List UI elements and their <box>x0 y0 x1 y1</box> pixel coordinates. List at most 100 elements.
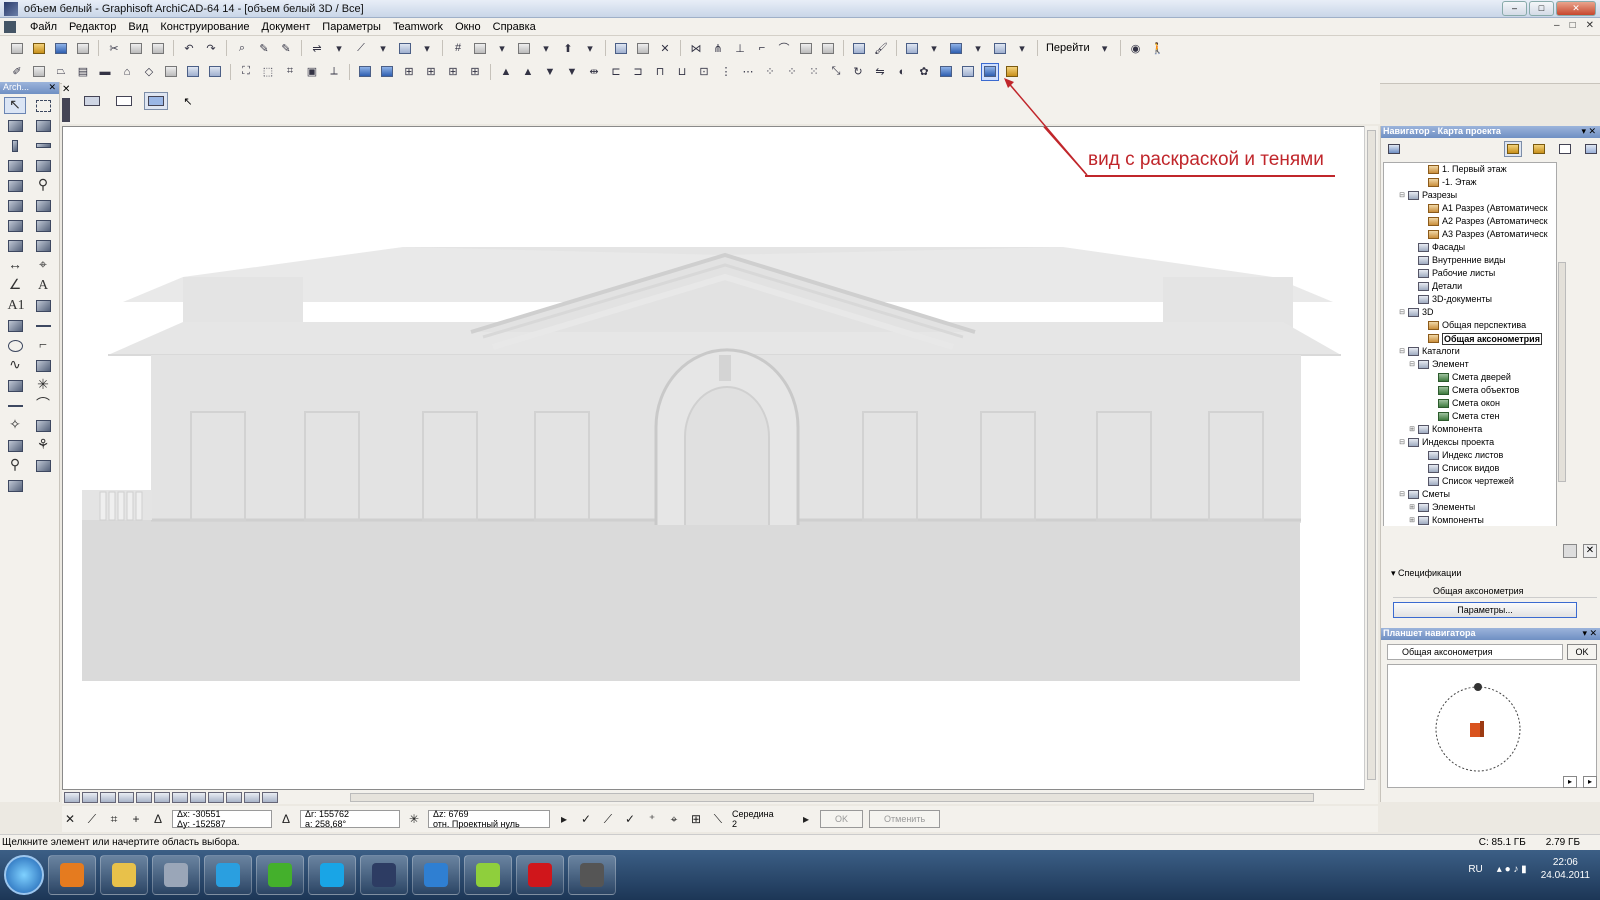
roof-tool[interactable] <box>4 217 26 234</box>
layout-book-tab-icon[interactable] <box>1556 141 1574 157</box>
fill-tool[interactable] <box>4 317 26 334</box>
project-map-tree[interactable]: 1. Первый этаж -1. Этаж ⊟ Разрезы A1 Разрез … <box>1383 162 1557 532</box>
grid-plan-icon[interactable]: ⊞ <box>401 64 417 80</box>
hotspot-tool[interactable]: ✳ <box>32 377 54 394</box>
dropdown-arrow-icon[interactable]: ▾ <box>926 40 942 56</box>
zoom-fit-icon[interactable] <box>64 791 80 803</box>
paste-icon[interactable] <box>150 40 166 56</box>
intersect-icon[interactable]: ⌐ <box>754 40 770 56</box>
dx-dy-readout[interactable]: Δx: -30551 Δy: -152587 <box>172 809 272 829</box>
circle-tool[interactable] <box>4 337 26 354</box>
tree-item[interactable]: Индекс листов <box>1384 449 1556 462</box>
solid-ops-icon[interactable] <box>798 40 814 56</box>
doc-close-button[interactable]: ✕ <box>1586 20 1594 31</box>
dropdown-arrow-icon[interactable]: ▾ <box>1014 40 1030 56</box>
grid-plan-2-icon[interactable]: ⊞ <box>423 64 439 80</box>
tray-icons[interactable]: ▴ ● ♪ ▮ <box>1497 864 1527 875</box>
wall-icon[interactable] <box>31 64 47 80</box>
snap-line-icon[interactable]: ⟍ <box>710 811 726 827</box>
special-snap-icon[interactable]: ⁺ <box>644 811 660 827</box>
parameters-button[interactable]: Параметры... <box>1393 602 1577 618</box>
mirror-icon[interactable]: ⇋ <box>872 64 888 80</box>
doc-restore-button[interactable]: □ <box>1570 20 1576 31</box>
hide-icon[interactable]: ◐ <box>894 64 910 80</box>
align-center-icon[interactable]: ⇹ <box>586 64 602 80</box>
save-view-icon[interactable] <box>379 64 395 80</box>
tree-item[interactable]: -1. Этаж <box>1384 176 1556 189</box>
toolbox-close-icon[interactable]: ✕ <box>48 82 56 93</box>
walk-nav-icon[interactable] <box>208 791 224 803</box>
3d-cut-icon[interactable] <box>938 64 954 80</box>
inject-icon[interactable]: ✎ <box>278 40 294 56</box>
tree-item[interactable]: ⊟ Сметы <box>1384 488 1556 501</box>
door-object-tool[interactable] <box>32 157 54 174</box>
tree-item[interactable]: ⊞ Элементы <box>1384 501 1556 514</box>
door-tool[interactable] <box>32 117 54 134</box>
tree-item[interactable]: 3D-документы <box>1384 293 1556 306</box>
taskbar-skype[interactable] <box>308 855 356 895</box>
section-tool[interactable] <box>4 377 26 394</box>
taskbar-archicad[interactable] <box>360 855 408 895</box>
window-icon[interactable] <box>357 64 373 80</box>
tree-item[interactable]: ⊞ Компонента <box>1384 423 1556 436</box>
undo-icon[interactable]: ↶ <box>181 40 197 56</box>
fillet-icon[interactable]: ⌒ <box>776 40 792 56</box>
tree-toggle-icon[interactable]: ⊟ <box>1398 488 1406 501</box>
tree-toggle-icon[interactable]: ⊟ <box>1398 306 1406 319</box>
arrow-down-2-icon[interactable]: ▼ <box>564 64 580 80</box>
zoom-window-icon[interactable] <box>82 791 98 803</box>
viewport-vertical-scrollbar[interactable] <box>1364 126 1378 790</box>
label-tool[interactable]: A1 <box>4 297 26 314</box>
fly-icon[interactable] <box>262 791 278 803</box>
shell-tool[interactable] <box>32 217 54 234</box>
copy-icon[interactable] <box>128 40 144 56</box>
view-toggle-icon[interactable] <box>904 40 920 56</box>
check-icon[interactable]: ✓ <box>622 811 638 827</box>
maximize-button[interactable]: □ <box>1529 1 1554 16</box>
walk-icon[interactable]: 🚶 <box>1150 40 1166 56</box>
navigate-3d-icon[interactable]: ◉ <box>1128 40 1144 56</box>
tree-item[interactable]: Внутренние виды <box>1384 254 1556 267</box>
marquee-tool[interactable] <box>32 97 54 114</box>
camera-tool[interactable]: ⚘ <box>32 437 54 454</box>
start-button[interactable] <box>4 855 44 895</box>
slab-icon[interactable]: ⏢ <box>53 64 69 80</box>
open-file-icon[interactable] <box>31 40 47 56</box>
navigator-preview[interactable] <box>1387 664 1597 788</box>
continue-icon[interactable]: ⟋ <box>84 811 100 827</box>
zoom-out-icon[interactable] <box>154 791 170 803</box>
skylight-tool[interactable] <box>32 237 54 254</box>
arrow-down-icon[interactable]: ▼ <box>542 64 558 80</box>
arrow-up-2-icon[interactable]: ▲ <box>520 64 536 80</box>
node-2-icon[interactable]: ⁘ <box>784 64 800 80</box>
explode-icon[interactable] <box>820 40 836 56</box>
dims-icon[interactable]: ⌗ <box>282 64 298 80</box>
fit-icon[interactable]: ⛶ <box>238 64 254 80</box>
dropdown-arrow-icon[interactable]: ▾ <box>538 40 554 56</box>
taskbar-archicad-file[interactable] <box>464 855 512 895</box>
tree-item[interactable]: Смета стен <box>1384 410 1556 423</box>
ok-button[interactable]: OK <box>820 810 864 828</box>
tree-item[interactable]: Смета дверей <box>1384 371 1556 384</box>
tree-toggle-icon[interactable]: ⊟ <box>1398 189 1406 202</box>
save-icon[interactable] <box>53 40 69 56</box>
selection-method-icon[interactable] <box>80 92 104 110</box>
pick-up-icon[interactable]: ✎ <box>256 40 272 56</box>
morph-tool[interactable] <box>4 477 26 494</box>
document-icon[interactable] <box>4 20 16 33</box>
viewport-horizontal-scrollbar[interactable] <box>62 790 1378 804</box>
layers-icon[interactable] <box>613 40 629 56</box>
trim-icon[interactable]: ⋈ <box>688 40 704 56</box>
dz-readout[interactable]: Δz: 6769 отн. Проектный нуль <box>428 809 550 829</box>
specifications-title[interactable]: ▾ Спецификации <box>1381 566 1600 580</box>
menu-edit[interactable]: Редактор <box>63 21 122 33</box>
grid-icon[interactable]: # <box>450 40 466 56</box>
cut-plane-icon[interactable]: ⟂ <box>326 64 342 80</box>
infobox-close-icon[interactable]: ✕ <box>62 84 70 95</box>
window-tool[interactable] <box>4 157 26 174</box>
wall-tool[interactable] <box>4 117 26 134</box>
tree-toggle-icon[interactable]: ⊟ <box>1408 358 1416 371</box>
text-tool[interactable]: A <box>32 277 54 294</box>
new-view-icon[interactable] <box>1563 544 1577 558</box>
dropdown-arrow-icon[interactable]: ▾ <box>331 40 347 56</box>
